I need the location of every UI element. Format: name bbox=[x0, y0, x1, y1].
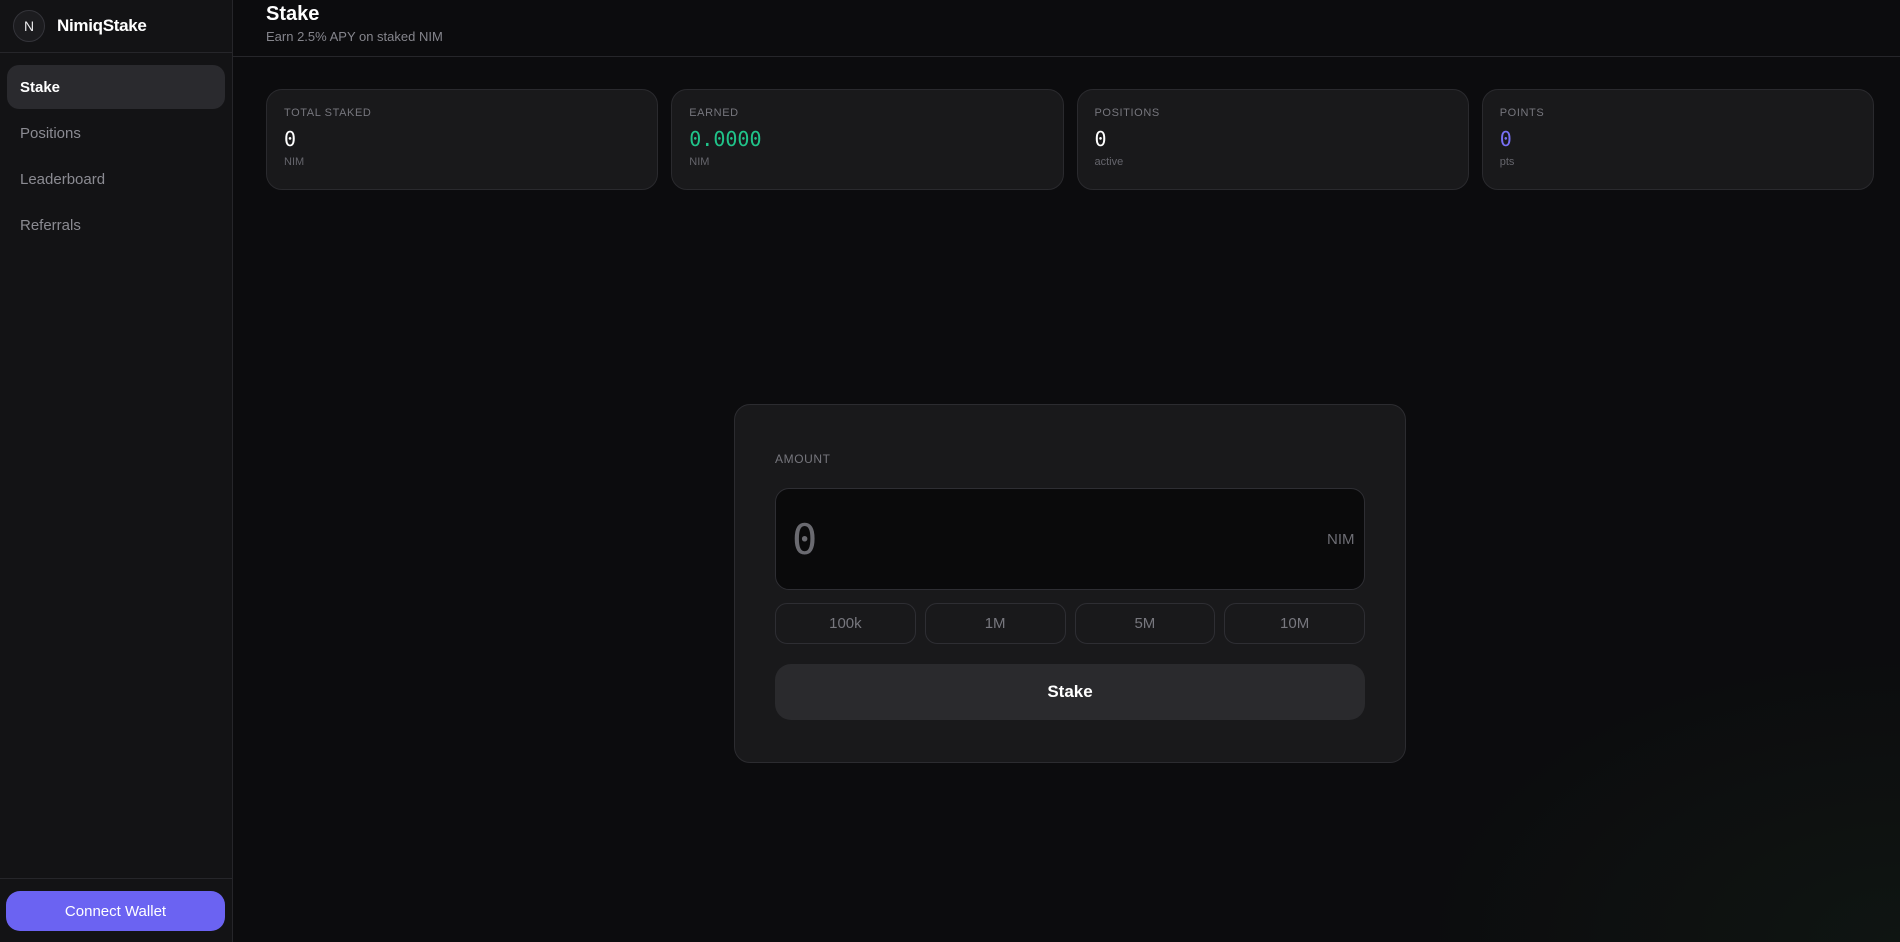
stat-unit: active bbox=[1094, 156, 1124, 168]
sidebar-item-leaderboard[interactable]: Leaderboard bbox=[7, 157, 225, 201]
connect-wallet-button[interactable]: Connect Wallet bbox=[6, 891, 225, 931]
amount-input[interactable] bbox=[792, 509, 1327, 569]
stat-value: 0.0000 bbox=[689, 127, 762, 151]
stake-panel: AMOUNT NIM 100k 1M 5M 10M Stake bbox=[734, 404, 1406, 763]
sidebar-nav: Stake Positions Leaderboard Referrals bbox=[0, 53, 232, 259]
preset-10m-button[interactable]: 10M bbox=[1224, 603, 1365, 644]
page-header: Stake Earn 2.5% APY on staked NIM bbox=[233, 0, 1900, 57]
preset-1m-button[interactable]: 1M bbox=[924, 603, 1066, 644]
stat-value: 0 bbox=[284, 127, 297, 151]
sidebar-item-stake[interactable]: Stake bbox=[7, 65, 225, 109]
stat-label: EARNED bbox=[689, 107, 739, 119]
sidebar-item-positions[interactable]: Positions bbox=[7, 111, 225, 155]
sidebar-item-referrals[interactable]: Referrals bbox=[7, 203, 225, 247]
stat-unit: NIM bbox=[284, 156, 305, 168]
sidebar: N NimiqStake Stake Positions Leaderboard… bbox=[0, 0, 233, 942]
brand[interactable]: N NimiqStake bbox=[0, 0, 232, 53]
stat-unit: NIM bbox=[689, 156, 710, 168]
stat-card-earned: EARNED 0.0000 NIM bbox=[671, 89, 1064, 190]
stat-value: 0 bbox=[1094, 127, 1107, 151]
sidebar-footer: Connect Wallet bbox=[0, 878, 232, 942]
main-content: Stake Earn 2.5% APY on staked NIM TOTAL … bbox=[233, 0, 1900, 942]
stat-card-positions: POSITIONS 0 active bbox=[1076, 89, 1469, 190]
preset-5m-button[interactable]: 5M bbox=[1074, 603, 1216, 644]
stat-label: TOTAL STAKED bbox=[284, 107, 372, 119]
amount-unit: NIM bbox=[1327, 530, 1355, 548]
brand-logo: N bbox=[13, 10, 45, 42]
stat-card-total-staked: TOTAL STAKED 0 NIM bbox=[266, 89, 659, 190]
preset-amounts: 100k 1M 5M 10M bbox=[775, 603, 1365, 644]
page-subtitle: Earn 2.5% APY on staked NIM bbox=[266, 29, 443, 44]
stat-unit: pts bbox=[1499, 156, 1515, 168]
amount-label: AMOUNT bbox=[775, 452, 831, 466]
stat-card-points: POINTS 0 pts bbox=[1481, 89, 1874, 190]
stake-submit-button[interactable]: Stake bbox=[775, 664, 1365, 720]
page-title: Stake bbox=[266, 3, 320, 25]
app-root: N NimiqStake Stake Positions Leaderboard… bbox=[0, 0, 1900, 942]
amount-field-wrapper: NIM bbox=[775, 488, 1365, 590]
stat-value: 0 bbox=[1499, 127, 1512, 151]
stat-label: POINTS bbox=[1499, 107, 1545, 119]
brand-name: NimiqStake bbox=[57, 16, 147, 35]
stat-label: POSITIONS bbox=[1094, 107, 1160, 119]
preset-100k-button[interactable]: 100k bbox=[775, 603, 916, 644]
stats-row: TOTAL STAKED 0 NIM EARNED 0.0000 NIM POS… bbox=[266, 89, 1874, 190]
